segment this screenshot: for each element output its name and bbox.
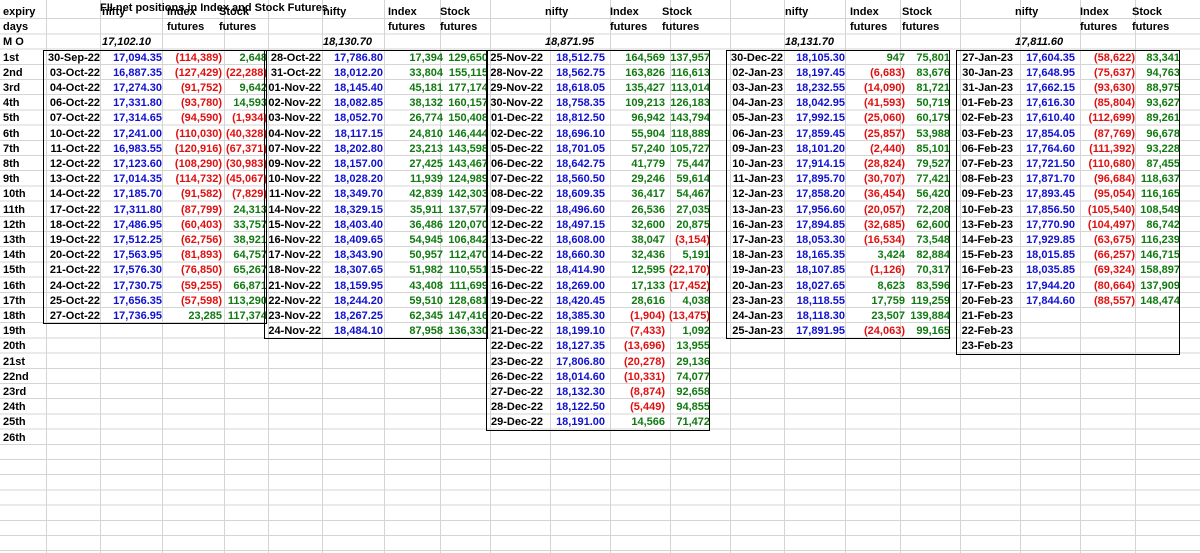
day-label: 13th (3, 234, 26, 246)
expiry-block (264, 49, 488, 340)
day-label: 4th (3, 97, 20, 110)
expiry-nifty-value: 17,811.60 (1015, 36, 1064, 49)
day-label: 7th (3, 142, 20, 155)
day-label: 23rd (3, 386, 27, 398)
row-label: days (3, 21, 29, 34)
col-header-index: Index (388, 6, 417, 18)
col-header-stock: Stock (219, 6, 249, 18)
day-label: 2nd (3, 66, 23, 79)
day-label: 5th (3, 112, 20, 125)
col-header-nifty: nifty (545, 6, 569, 18)
day-label: 21st (3, 355, 26, 368)
row-label: expiry (3, 6, 36, 18)
day-label: 24th (3, 401, 26, 414)
col-header-nifty: nifty (785, 6, 809, 18)
col-header-index: Index (167, 6, 196, 18)
day-label: 17th (3, 294, 26, 307)
col-header-nifty: nifty (323, 6, 347, 18)
col-header-index-futures: futures (850, 21, 888, 34)
col-header-stock-futures: futures (1132, 21, 1170, 34)
col-header-nifty: nifty (1015, 6, 1039, 18)
day-label: 6th (3, 127, 20, 140)
day-label: 18th (3, 310, 26, 322)
day-label: 12th (3, 218, 26, 231)
expiry-nifty-value: 17,102.10 (102, 36, 151, 49)
day-label: 3rd (3, 82, 21, 94)
day-label: 9th (3, 173, 20, 186)
col-header-stock: Stock (662, 6, 692, 18)
col-header-index: Index (1080, 6, 1109, 18)
day-label: 20th (3, 340, 26, 353)
day-label: 1st (3, 51, 19, 64)
row-label: M O (3, 36, 24, 49)
col-header-index-futures: futures (167, 21, 205, 34)
col-header-index-futures: futures (610, 21, 648, 34)
expiry-block (956, 49, 1180, 355)
col-header-index: Index (610, 6, 639, 18)
day-label: 8th (3, 158, 20, 170)
col-header-stock: Stock (440, 6, 470, 18)
day-label: 19th (3, 325, 26, 338)
expiry-block (43, 49, 267, 325)
expiry-block (486, 49, 710, 431)
expiry-nifty-value: 18,130.70 (323, 36, 372, 49)
day-label: 11th (3, 203, 26, 216)
col-header-stock-futures: futures (662, 21, 700, 34)
day-label: 15th (3, 264, 26, 277)
col-header-index: Index (850, 6, 879, 18)
col-header-stock: Stock (902, 6, 932, 18)
col-header-index-futures: futures (1080, 21, 1118, 34)
day-label: 10th (3, 188, 26, 201)
col-header-stock-futures: futures (902, 21, 940, 34)
col-header-stock: Stock (1132, 6, 1162, 18)
day-label: 14th (3, 249, 26, 262)
expiry-block (726, 49, 950, 340)
day-label: 22nd (3, 370, 29, 383)
expiry-nifty-value: 18,871.95 (545, 36, 594, 49)
col-header-stock-futures: futures (219, 21, 257, 34)
col-header-nifty: nifty (102, 6, 126, 18)
expiry-nifty-value: 18,131.70 (785, 36, 834, 49)
day-label: 25th (3, 416, 26, 429)
day-label: 26th (3, 431, 26, 444)
day-label: 16th (3, 279, 26, 292)
col-header-stock-futures: futures (440, 21, 478, 34)
col-header-index-futures: futures (388, 21, 426, 34)
